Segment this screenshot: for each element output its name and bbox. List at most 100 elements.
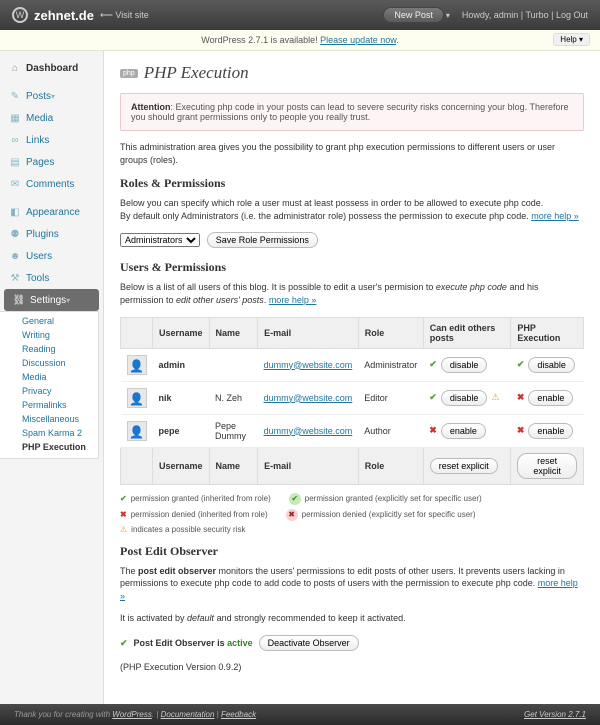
role: Administrator xyxy=(358,348,423,381)
warning-icon: ⚠ xyxy=(120,525,127,534)
sub-miscellaneous[interactable]: Miscellaneous xyxy=(10,412,98,426)
menu-posts[interactable]: ✎Posts▾ xyxy=(0,85,103,107)
sub-permalinks[interactable]: Permalinks xyxy=(10,398,98,412)
home-icon: ⌂ xyxy=(8,61,22,75)
menu-users[interactable]: ☻Users xyxy=(0,245,103,267)
check-icon: ✔ xyxy=(120,494,127,503)
sub-writing[interactable]: Writing xyxy=(10,328,98,342)
menu-plugins[interactable]: ⚉Plugins xyxy=(0,223,103,245)
menu-pages[interactable]: ▤Pages xyxy=(0,151,103,173)
profile-link[interactable]: admin xyxy=(494,10,519,20)
sub-php-execution[interactable]: PHP Execution xyxy=(10,440,98,454)
plugin-icon: ⚉ xyxy=(8,227,22,241)
phpexec-toggle-button[interactable]: disable xyxy=(528,357,575,373)
roles-desc: Below you can specify which role a user … xyxy=(120,197,584,222)
user-name: Pepe Dummy xyxy=(209,414,258,447)
check-icon: ✔ xyxy=(517,359,525,370)
table-row: pepePepe Dummydummy@website.comAuthor✖en… xyxy=(121,414,584,447)
canedit-toggle-button[interactable]: disable xyxy=(441,390,488,406)
security-warning: Attention: Executing php code in your po… xyxy=(120,93,584,131)
x-icon: ✖ xyxy=(429,425,437,436)
roles-heading: Roles & Permissions xyxy=(120,176,584,191)
menu-dashboard[interactable]: ⌂Dashboard xyxy=(0,57,103,79)
x-icon: ✖ xyxy=(517,392,525,403)
menu-appearance[interactable]: ◧Appearance xyxy=(0,201,103,223)
sub-media[interactable]: Media xyxy=(10,370,98,384)
users-table: Username Name E-mail Role Can edit other… xyxy=(120,317,584,485)
username: admin xyxy=(159,360,186,370)
email-link[interactable]: dummy@website.com xyxy=(264,393,353,403)
observer-desc: The post edit observer monitors the user… xyxy=(120,565,584,603)
user-name xyxy=(209,348,258,381)
reset-explicit-canedit-button[interactable]: reset explicit xyxy=(430,458,498,474)
pin-icon: ✎ xyxy=(8,89,22,103)
role-select[interactable]: Administrators xyxy=(120,233,200,247)
new-post-dropdown-icon[interactable]: ▾ xyxy=(446,11,450,20)
main-content: phpPHP Execution Attention: Executing ph… xyxy=(104,51,600,704)
wordpress-link[interactable]: WordPress xyxy=(112,710,152,719)
sub-general[interactable]: General xyxy=(10,314,98,328)
deactivate-observer-button[interactable]: Deactivate Observer xyxy=(259,635,359,651)
help-button[interactable]: Help ▾ xyxy=(553,33,590,46)
admin-footer: Thank you for creating with WordPress. |… xyxy=(0,704,600,725)
menu-settings[interactable]: ⛓Settings▾ xyxy=(4,289,99,311)
email-link[interactable]: dummy@website.com xyxy=(264,426,353,436)
new-post-button[interactable]: New Post xyxy=(383,7,444,23)
observer-state: It is activated by default and strongly … xyxy=(120,612,584,625)
more-help-link[interactable]: more help » xyxy=(269,295,317,305)
save-role-permissions-button[interactable]: Save Role Permissions xyxy=(207,232,318,248)
version-text: (PHP Execution Version 0.9.2) xyxy=(120,661,584,674)
appearance-icon: ◧ xyxy=(8,205,22,219)
sub-discussion[interactable]: Discussion xyxy=(10,356,98,370)
update-notice: WordPress 2.7.1 is available! Please upd… xyxy=(0,30,600,51)
menu-comments[interactable]: ✉Comments xyxy=(0,173,103,195)
phpexec-toggle-button[interactable]: enable xyxy=(528,423,573,439)
menu-links[interactable]: ∞Links xyxy=(0,129,103,151)
legend: ✔permission granted (inherited from role… xyxy=(120,493,584,534)
more-help-link[interactable]: more help » xyxy=(531,211,579,221)
x-icon: ✖ xyxy=(120,510,127,519)
visit-site-link[interactable]: Visit site xyxy=(100,10,149,21)
users-icon: ☻ xyxy=(8,249,22,263)
get-version-link[interactable]: Get Version 2.7.1 xyxy=(524,710,586,719)
menu-media[interactable]: ▦Media xyxy=(0,107,103,129)
phpexec-toggle-button[interactable]: enable xyxy=(528,390,573,406)
admin-sidebar: ⌂Dashboard ✎Posts▾ ▦Media ∞Links ▤Pages … xyxy=(0,51,104,704)
settings-submenu: General Writing Reading Discussion Media… xyxy=(0,311,99,459)
documentation-link[interactable]: Documentation xyxy=(161,710,215,719)
sub-privacy[interactable]: Privacy xyxy=(10,384,98,398)
reset-explicit-phpexec-button[interactable]: reset explicit xyxy=(517,453,577,479)
check-icon: ✔ xyxy=(120,637,128,650)
menu-tools[interactable]: ⚒Tools xyxy=(0,267,103,289)
feedback-link[interactable]: Feedback xyxy=(221,710,256,719)
media-icon: ▦ xyxy=(8,111,22,125)
turbo-link[interactable]: Turbo xyxy=(525,10,548,20)
avatar xyxy=(127,355,147,375)
check-icon: ✔ xyxy=(429,392,437,403)
avatar xyxy=(127,388,147,408)
table-footer-row: Username Name E-mail Role reset explicit… xyxy=(121,447,584,484)
site-title-link[interactable]: zehnet.de xyxy=(34,8,94,23)
username: pepe xyxy=(159,426,180,436)
update-now-link[interactable]: Please update now xyxy=(320,35,396,45)
sub-spam-karma[interactable]: Spam Karma 2 xyxy=(10,426,98,440)
check-icon: ✔ xyxy=(429,359,437,370)
x-icon: ✖ xyxy=(517,425,525,436)
php-icon: php xyxy=(120,69,138,78)
user-name: N. Zeh xyxy=(209,381,258,414)
email-link[interactable]: dummy@website.com xyxy=(264,360,353,370)
canedit-toggle-button[interactable]: enable xyxy=(441,423,486,439)
page-icon: ▤ xyxy=(8,155,22,169)
warning-icon: ⚠ xyxy=(491,392,499,403)
canedit-toggle-button[interactable]: disable xyxy=(441,357,488,373)
table-header-row: Username Name E-mail Role Can edit other… xyxy=(121,317,584,348)
observer-heading: Post Edit Observer xyxy=(120,544,584,559)
tools-icon: ⚒ xyxy=(8,271,22,285)
sub-reading[interactable]: Reading xyxy=(10,342,98,356)
wp-logo-icon: W xyxy=(12,7,28,23)
intro-text: This administration area gives you the p… xyxy=(120,141,584,166)
observer-status-line: ✔ Post Edit Observer is active Deactivat… xyxy=(120,635,584,651)
x-circle-icon: ✖ xyxy=(286,509,298,521)
logout-link[interactable]: Log Out xyxy=(556,10,588,20)
page-title: phpPHP Execution xyxy=(120,63,584,83)
